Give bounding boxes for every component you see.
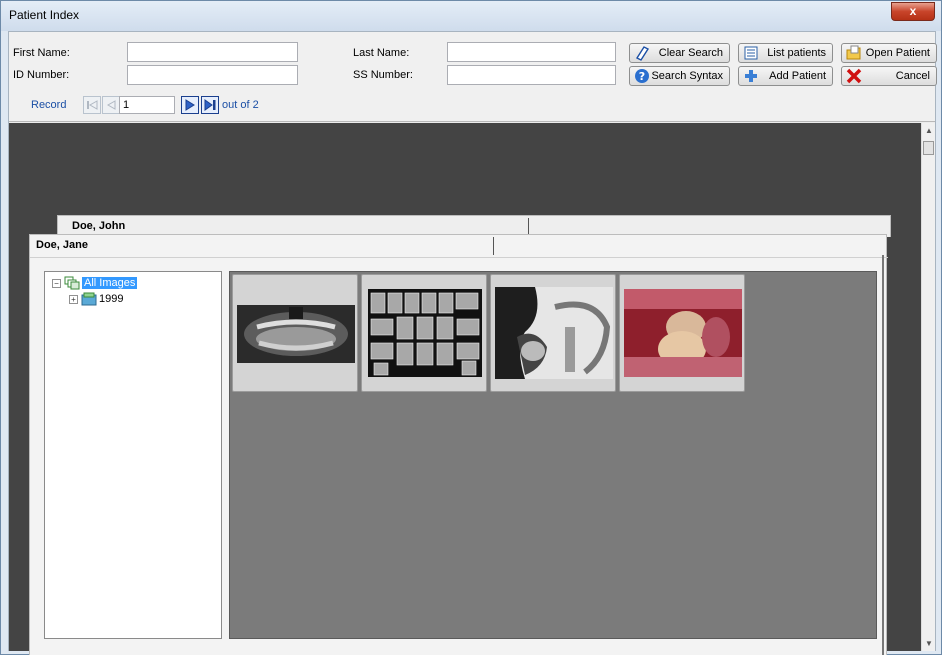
scroll-thumb[interactable] — [923, 141, 934, 155]
collapse-icon[interactable]: − — [52, 278, 61, 288]
last-name-input[interactable] — [447, 42, 616, 62]
vertical-scrollbar[interactable]: ▲ ▼ — [921, 123, 935, 651]
full-mouth-series-image — [366, 287, 484, 379]
ss-number-label: SS Number: — [353, 69, 413, 81]
add-patient-label: Add Patient — [769, 70, 826, 82]
search-syntax-label: Search Syntax — [651, 70, 723, 82]
id-number-label: ID Number: — [13, 69, 70, 81]
list-patients-label: List patients — [767, 47, 826, 59]
tree-label-1999: 1999 — [99, 293, 124, 305]
search-panel: First Name: ID Number: Last Name: SS Num… — [9, 32, 937, 122]
tab-label: Doe, Jane — [36, 239, 88, 251]
cancel-label: Cancel — [895, 70, 930, 82]
close-button[interactable]: x — [891, 2, 935, 21]
cephalometric-xray-image — [495, 287, 613, 379]
thumbnail-panoramic-xray[interactable] — [232, 274, 358, 392]
scroll-down-icon[interactable]: ▼ — [925, 639, 933, 648]
thumbnail-cephalometric-xray[interactable] — [490, 274, 616, 392]
first-record-button[interactable] — [83, 96, 101, 114]
scroll-up-icon[interactable]: ▲ — [925, 126, 933, 135]
help-icon: ? — [633, 67, 651, 85]
list-patients-button[interactable]: List patients — [738, 43, 833, 63]
title-bar[interactable]: Patient Index x — [1, 1, 941, 31]
clear-search-button[interactable]: Clear Search — [629, 43, 730, 63]
first-name-label: First Name: — [13, 47, 70, 59]
clear-search-label: Clear Search — [658, 47, 723, 59]
first-name-input[interactable] — [127, 42, 298, 62]
tab-edge — [882, 255, 884, 655]
record-label: Record — [31, 99, 67, 111]
tab-header-line — [30, 257, 888, 258]
cancel-button[interactable]: Cancel — [841, 66, 937, 86]
intraoral-photo-image — [624, 287, 742, 379]
last-record-button[interactable] — [201, 96, 219, 114]
patient-index-window: Patient Index x First Name: ID Number: L… — [0, 0, 942, 655]
plus-icon — [742, 67, 760, 85]
image-stack-icon — [64, 276, 80, 290]
eraser-icon — [633, 44, 651, 62]
last-name-label: Last Name: — [353, 47, 410, 59]
red-x-icon — [845, 67, 863, 85]
id-number-input[interactable] — [127, 65, 298, 85]
image-gallery — [229, 271, 877, 639]
expand-icon[interactable]: + — [69, 294, 78, 304]
ss-number-input[interactable] — [447, 65, 616, 85]
add-patient-button[interactable]: Add Patient — [738, 66, 833, 86]
client-area: First Name: ID Number: Last Name: SS Num… — [8, 31, 937, 655]
record-number-field[interactable]: 1 — [119, 96, 175, 114]
tree-label-all-images: All Images — [82, 277, 138, 289]
tree-item-all-images[interactable]: − All Images — [52, 275, 138, 291]
panoramic-xray-image — [237, 287, 355, 379]
search-syntax-button[interactable]: ? Search Syntax — [629, 66, 730, 86]
open-patient-button[interactable]: Open Patient — [841, 43, 937, 63]
previous-record-button[interactable] — [102, 96, 120, 114]
tree-item-1999[interactable]: + 1999 — [69, 291, 123, 307]
next-record-button[interactable] — [181, 96, 199, 114]
record-total: out of 2 — [222, 99, 259, 111]
list-icon — [742, 44, 760, 62]
open-patient-label: Open Patient — [865, 47, 930, 59]
record-navigator: Record 1 out of 2 — [9, 94, 409, 116]
tab-label: Doe, John — [72, 220, 126, 232]
thumbnail-intraoral-photo[interactable] — [619, 274, 745, 392]
tab-doe-jane[interactable]: Doe, Jane − All Images + 1999 — [29, 234, 888, 655]
window-title: Patient Index — [9, 8, 80, 22]
svg-text:?: ? — [639, 70, 645, 83]
image-tree: − All Images + 1999 — [44, 271, 222, 639]
tab-divider — [493, 237, 494, 255]
image-folder-icon — [81, 292, 97, 306]
thumbnail-full-mouth-series[interactable] — [361, 274, 487, 392]
open-folder-icon — [845, 44, 863, 62]
